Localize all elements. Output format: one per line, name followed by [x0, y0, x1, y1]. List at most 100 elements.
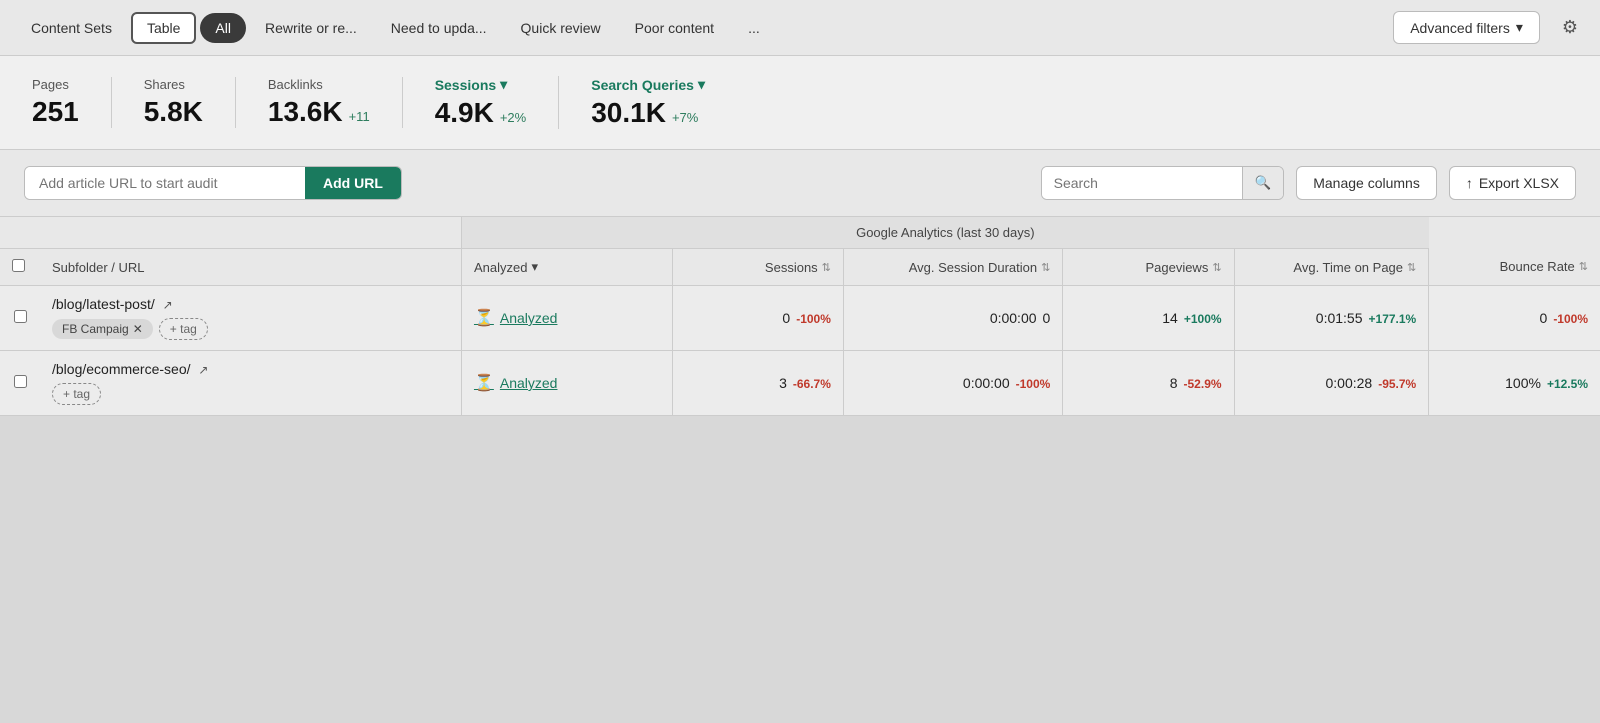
- bounce-value-wrap: 100% +12.5%: [1441, 375, 1588, 391]
- add-tag-button[interactable]: + tag: [159, 318, 208, 340]
- ga-header-label: Google Analytics (last 30 days): [461, 217, 1428, 249]
- sessions-cell: 0 -100%: [672, 286, 843, 351]
- stat-queries: Search Queries ▾ 30.1K +7%: [591, 76, 737, 129]
- main-table: Google Analytics (last 30 days) Subfolde…: [0, 217, 1600, 416]
- url-path: /blog/latest-post/ ↗: [52, 296, 449, 312]
- add-url-button[interactable]: Add URL: [305, 167, 401, 199]
- nav-content-sets[interactable]: Content Sets: [16, 13, 127, 43]
- sessions-value-wrap: 3 -66.7%: [685, 375, 831, 391]
- chevron-down-icon: ▾: [500, 76, 507, 93]
- url-prefix: /blog/: [52, 296, 86, 312]
- top-nav: Content Sets Table All Rewrite or re... …: [0, 0, 1600, 56]
- stat-shares-value: 5.8K: [144, 96, 203, 128]
- settings-button[interactable]: ⚙: [1556, 11, 1584, 44]
- avg-session-sort[interactable]: Avg. Session Duration ⇅: [909, 260, 1051, 275]
- nav-rewrite[interactable]: Rewrite or re...: [250, 13, 372, 43]
- export-button[interactable]: ↑ Export XLSX: [1449, 166, 1576, 200]
- analyzed-link[interactable]: ⏳ Analyzed: [474, 373, 660, 393]
- pageviews-cell: 8 -52.9%: [1063, 351, 1234, 416]
- export-label: Export XLSX: [1479, 175, 1559, 191]
- nav-more[interactable]: ...: [733, 13, 775, 43]
- row-checkbox[interactable]: [14, 375, 27, 388]
- tag-row: + tag: [52, 383, 449, 405]
- clock-icon: ⏳: [474, 373, 494, 393]
- nav-quick-review[interactable]: Quick review: [506, 13, 616, 43]
- avg-time-cell: 0:00:28 -95.7%: [1234, 351, 1429, 416]
- bounce-cell: 100% +12.5%: [1429, 351, 1600, 416]
- sort-icon: ⇅: [822, 261, 831, 274]
- stat-shares-label: Shares: [144, 77, 203, 92]
- nav-poor-content[interactable]: Poor content: [620, 13, 729, 43]
- bounce-value-wrap: 0 -100%: [1441, 310, 1588, 326]
- col-analyzed-header[interactable]: Analyzed ▾: [461, 249, 672, 286]
- tag-remove-icon[interactable]: ✕: [133, 322, 143, 336]
- sessions-value-wrap: 0 -100%: [685, 310, 831, 326]
- sort-icon: ⇅: [1041, 261, 1050, 274]
- tag[interactable]: FB Campaig ✕: [52, 319, 153, 339]
- select-all-checkbox[interactable]: [12, 259, 25, 272]
- sessions-value: 3: [779, 375, 787, 391]
- chevron-down-icon: ▾: [698, 76, 705, 93]
- manage-columns-button[interactable]: Manage columns: [1296, 166, 1437, 200]
- nav-need-update[interactable]: Need to upda...: [376, 13, 502, 43]
- stat-queries-label-link[interactable]: Search Queries ▾: [591, 76, 705, 93]
- avg-time-value-wrap: 0:01:55 +177.1%: [1247, 310, 1417, 326]
- avg-session-cell: 0:00:00 0: [843, 286, 1062, 351]
- stat-pages-label: Pages: [32, 77, 79, 92]
- avg-time-sort[interactable]: Avg. Time on Page ⇅: [1293, 260, 1416, 275]
- sort-icon: ⇅: [1579, 260, 1588, 273]
- bounce-sort[interactable]: Bounce Rate ⇅: [1500, 259, 1588, 274]
- stat-backlinks-label: Backlinks: [268, 77, 370, 92]
- bounce-value: 0: [1540, 310, 1548, 326]
- stat-pages-value: 251: [32, 96, 79, 128]
- url-input[interactable]: [25, 167, 305, 199]
- stat-backlinks: Backlinks 13.6K +11: [268, 77, 403, 128]
- bounce-cell: 0 -100%: [1429, 286, 1600, 351]
- stat-pages: Pages 251: [32, 77, 112, 128]
- analyzed-label: Analyzed: [500, 310, 558, 326]
- avg-time-value-wrap: 0:00:28 -95.7%: [1247, 375, 1417, 391]
- analyzed-label: Analyzed: [500, 375, 558, 391]
- nav-all[interactable]: All: [200, 13, 246, 43]
- table-row: /blog/latest-post/ ↗ FB Campaig ✕ + tag ⏳…: [0, 286, 1600, 351]
- sessions-cell: 3 -66.7%: [672, 351, 843, 416]
- url-prefix: /blog/: [52, 361, 86, 377]
- analyzed-sort[interactable]: Analyzed ▾: [474, 259, 538, 275]
- stat-queries-value: 30.1K +7%: [591, 97, 705, 129]
- chevron-down-icon: ▾: [1516, 19, 1523, 36]
- pageviews-sort[interactable]: Pageviews ⇅: [1145, 260, 1221, 275]
- stat-sessions-label-link[interactable]: Sessions ▾: [435, 76, 527, 93]
- row-checkbox[interactable]: [14, 310, 27, 323]
- export-icon: ↑: [1466, 175, 1473, 191]
- nav-table[interactable]: Table: [131, 12, 196, 44]
- advanced-filters-button[interactable]: Advanced filters ▾: [1393, 11, 1540, 44]
- url-cell: /blog/latest-post/ ↗ FB Campaig ✕ + tag: [40, 286, 461, 351]
- avg-session-value-wrap: 0:00:00 0: [856, 310, 1050, 326]
- search-input[interactable]: [1042, 167, 1242, 199]
- external-link-icon[interactable]: ↗: [198, 363, 208, 377]
- tag-row: FB Campaig ✕ + tag: [52, 318, 449, 340]
- avg-session-cell: 0:00:00 -100%: [843, 351, 1062, 416]
- bounce-delta: +12.5%: [1547, 377, 1588, 391]
- url-path: /blog/ecommerce-seo/ ↗: [52, 361, 449, 377]
- analyzed-link[interactable]: ⏳ Analyzed: [474, 308, 660, 328]
- avg-session-value: 0:00:00: [963, 375, 1010, 391]
- col-checkbox: [0, 249, 40, 286]
- row-checkbox-cell: [0, 286, 40, 351]
- add-tag-button[interactable]: + tag: [52, 383, 101, 405]
- avg-session-value-wrap: 0:00:00 -100%: [856, 375, 1050, 391]
- sort-icon: ⇅: [1407, 261, 1416, 274]
- search-icon: 🔍: [1255, 175, 1272, 190]
- avg-time-cell: 0:01:55 +177.1%: [1234, 286, 1429, 351]
- stat-sessions-delta: +2%: [500, 110, 526, 125]
- search-button[interactable]: 🔍: [1242, 167, 1284, 199]
- external-link-icon[interactable]: ↗: [163, 298, 173, 312]
- pageviews-value-wrap: 14 +100%: [1075, 310, 1221, 326]
- clock-icon: ⏳: [474, 308, 494, 328]
- col-avg-session-header: Avg. Session Duration ⇅: [843, 249, 1062, 286]
- sessions-sort[interactable]: Sessions ⇅: [765, 260, 831, 275]
- avg-time-delta: -95.7%: [1378, 377, 1416, 391]
- bounce-delta: -100%: [1553, 312, 1588, 326]
- sort-icon: ⇅: [1212, 261, 1221, 274]
- pageviews-delta: -52.9%: [1184, 377, 1222, 391]
